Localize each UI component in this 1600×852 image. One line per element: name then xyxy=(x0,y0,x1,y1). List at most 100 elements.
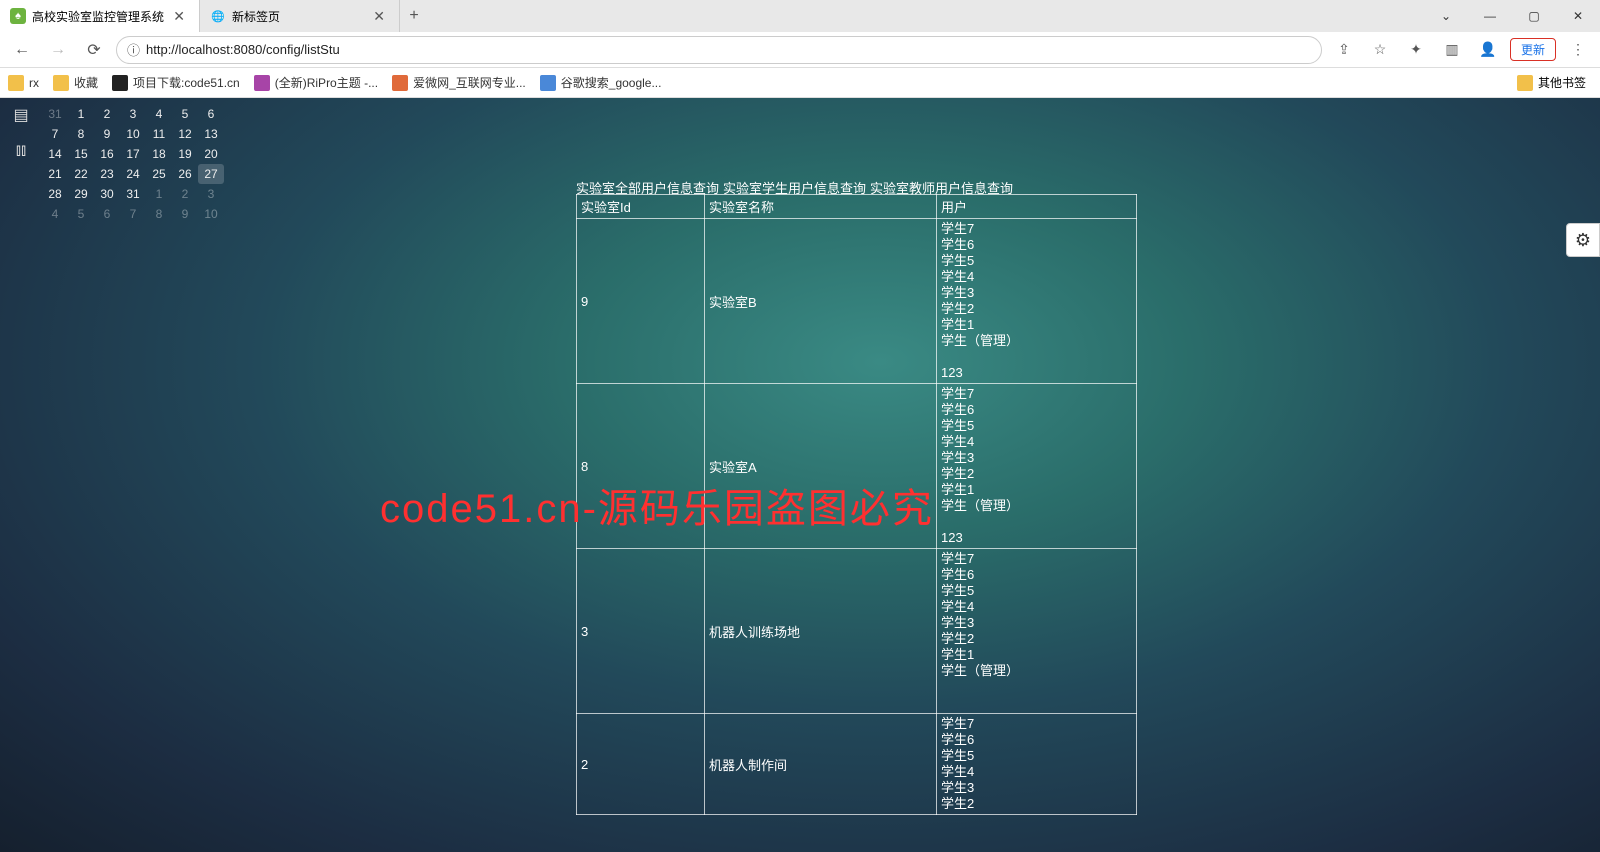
calendar-day[interactable]: 24 xyxy=(120,164,146,184)
calendar-day[interactable]: 31 xyxy=(120,184,146,204)
calendar-day[interactable]: 1 xyxy=(68,104,94,124)
calendar-day[interactable]: 19 xyxy=(172,144,198,164)
calendar-day[interactable]: 9 xyxy=(94,124,120,144)
calendar-day[interactable]: 28 xyxy=(42,184,68,204)
calendar-day[interactable]: 7 xyxy=(120,204,146,224)
user-entry xyxy=(941,695,1132,711)
bookmark-item[interactable]: 谷歌搜索_google... xyxy=(540,74,662,91)
bookmark-item[interactable]: (全新)RiPro主题 -... xyxy=(254,74,378,91)
star-icon[interactable]: ☆ xyxy=(1366,36,1394,64)
new-tab-button[interactable]: + xyxy=(400,2,428,30)
calendar-day[interactable]: 12 xyxy=(172,124,198,144)
browser-tab-1[interactable]: 🌐 新标签页 ✕ xyxy=(200,0,400,32)
user-entry: 123 xyxy=(941,530,1132,546)
leaf-icon: ♠ xyxy=(10,8,26,24)
calendar-day[interactable]: 30 xyxy=(94,184,120,204)
minimize-button[interactable]: — xyxy=(1468,0,1512,32)
bookmark-icon xyxy=(112,75,128,91)
calendar-day[interactable]: 11 xyxy=(146,124,172,144)
bar-chart-icon[interactable]: ⫾⫾ xyxy=(10,140,32,162)
reload-button[interactable]: ⟳ xyxy=(80,36,108,64)
user-entry: 学生1 xyxy=(941,482,1132,498)
calendar-day[interactable]: 13 xyxy=(198,124,224,144)
bookmark-item[interactable]: rx xyxy=(8,74,39,91)
calendar-day[interactable]: 21 xyxy=(42,164,68,184)
profile-icon[interactable]: 👤 xyxy=(1474,36,1502,64)
calendar-day[interactable]: 10 xyxy=(120,124,146,144)
extensions-icon[interactable]: ✦ xyxy=(1402,36,1430,64)
back-button[interactable]: ← xyxy=(8,36,36,64)
calendar-day[interactable]: 26 xyxy=(172,164,198,184)
other-bookmarks[interactable]: 其他书签 xyxy=(1511,74,1592,91)
calendar-day[interactable]: 18 xyxy=(146,144,172,164)
calendar-day[interactable]: 17 xyxy=(120,144,146,164)
info-icon[interactable]: ⓘ xyxy=(127,40,140,59)
bookmark-icon xyxy=(53,75,69,91)
user-entry: 学生（管理） xyxy=(941,663,1132,679)
menu-icon[interactable]: ⋮ xyxy=(1564,36,1592,64)
cell-users: 学生7学生6学生5学生4学生3学生2学生1学生（管理） 123 xyxy=(937,384,1137,549)
calendar-day[interactable]: 27 xyxy=(198,164,224,184)
cell-users: 学生7学生6学生5学生4学生3学生2 xyxy=(937,714,1137,815)
calendar-day[interactable]: 23 xyxy=(94,164,120,184)
calendar-day[interactable]: 22 xyxy=(68,164,94,184)
calendar-day[interactable]: 3 xyxy=(120,104,146,124)
close-window-button[interactable]: ✕ xyxy=(1556,0,1600,32)
calendar-day[interactable]: 16 xyxy=(94,144,120,164)
calendar-day[interactable]: 15 xyxy=(68,144,94,164)
bookmark-label: (全新)RiPro主题 -... xyxy=(275,74,378,91)
url-input[interactable]: ⓘ http://localhost:8080/config/listStu xyxy=(116,36,1322,64)
calendar-day[interactable]: 6 xyxy=(198,104,224,124)
forward-button[interactable]: → xyxy=(44,36,72,64)
bookmark-item[interactable]: 爱微网_互联网专业... xyxy=(392,74,526,91)
bookmark-label: 收藏 xyxy=(74,74,98,91)
calendar-day[interactable]: 5 xyxy=(172,104,198,124)
calendar-day[interactable]: 1 xyxy=(146,184,172,204)
user-entry xyxy=(941,349,1132,365)
bookmark-icon xyxy=(254,75,270,91)
page-content: ▤ ⫾⫾ 31123456789101112131415161718192021… xyxy=(0,98,1600,852)
calendar-day[interactable]: 4 xyxy=(146,104,172,124)
user-entry: 学生3 xyxy=(941,285,1132,301)
calendar-day[interactable]: 6 xyxy=(94,204,120,224)
user-entry: 学生4 xyxy=(941,764,1132,780)
calendar-day[interactable]: 8 xyxy=(68,124,94,144)
calendar-day[interactable]: 4 xyxy=(42,204,68,224)
calendar-day[interactable]: 25 xyxy=(146,164,172,184)
close-icon[interactable]: ✕ xyxy=(369,8,389,25)
col-header-id: 实验室Id xyxy=(577,195,705,219)
bookmark-label: rx xyxy=(29,76,39,90)
table-row: 2机器人制作间学生7学生6学生5学生4学生3学生2 xyxy=(577,714,1137,815)
share-icon[interactable]: ⇪ xyxy=(1330,36,1358,64)
chart-icon[interactable]: ▤ xyxy=(10,104,32,126)
left-rail: ▤ ⫾⫾ xyxy=(0,98,42,852)
panel-icon[interactable]: ▥ xyxy=(1438,36,1466,64)
calendar-day[interactable]: 29 xyxy=(68,184,94,204)
calendar-day[interactable]: 10 xyxy=(198,204,224,224)
calendar-day[interactable]: 9 xyxy=(172,204,198,224)
calendar-day[interactable]: 31 xyxy=(42,104,68,124)
user-entry: 学生7 xyxy=(941,716,1132,732)
browser-tab-0[interactable]: ♠ 高校实验室监控管理系统 ✕ xyxy=(0,0,200,32)
calendar-day[interactable]: 2 xyxy=(172,184,198,204)
user-entry: 学生1 xyxy=(941,317,1132,333)
update-button[interactable]: 更新 xyxy=(1510,38,1556,61)
maximize-button[interactable]: ▢ xyxy=(1512,0,1556,32)
bookmark-item[interactable]: 收藏 xyxy=(53,74,98,91)
calendar-day[interactable]: 20 xyxy=(198,144,224,164)
user-entry: 学生6 xyxy=(941,237,1132,253)
calendar-day[interactable]: 14 xyxy=(42,144,68,164)
calendar-day[interactable]: 5 xyxy=(68,204,94,224)
window-dropdown[interactable]: ⌄ xyxy=(1424,0,1468,32)
bookmark-item[interactable]: 项目下载:code51.cn xyxy=(112,74,240,91)
calendar-widget[interactable]: 3112345678910111213141516171819202122232… xyxy=(42,104,224,224)
user-entry: 学生（管理） xyxy=(941,498,1132,514)
calendar-day[interactable]: 7 xyxy=(42,124,68,144)
settings-button[interactable]: ⚙ xyxy=(1566,223,1600,257)
close-icon[interactable]: ✕ xyxy=(169,8,189,25)
col-header-name: 实验室名称 xyxy=(705,195,937,219)
calendar-day[interactable]: 3 xyxy=(198,184,224,204)
cell-lab-id: 9 xyxy=(577,219,705,384)
calendar-day[interactable]: 2 xyxy=(94,104,120,124)
calendar-day[interactable]: 8 xyxy=(146,204,172,224)
